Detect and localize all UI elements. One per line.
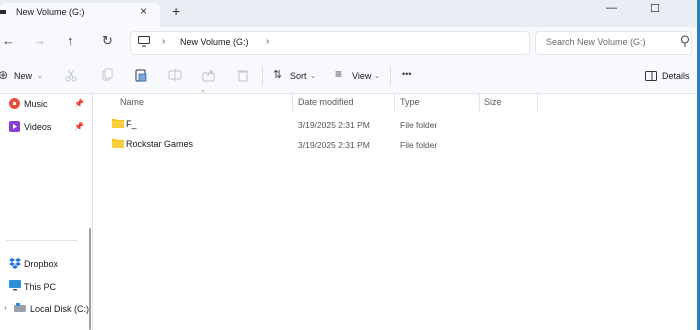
breadcrumb-more[interactable]: ›: [266, 36, 269, 47]
column-header-type[interactable]: Type: [400, 97, 420, 107]
details-pane-icon: [645, 71, 657, 81]
monitor-icon: [138, 36, 150, 47]
column-divider[interactable]: [292, 94, 293, 111]
sort-ascending-icon: ⌃: [200, 90, 206, 97]
pin-icon: 📌: [74, 99, 84, 108]
sort-icon: ⇅: [273, 69, 283, 81]
cut-icon[interactable]: [64, 68, 78, 82]
file-type: File folder: [400, 120, 438, 130]
copy-icon[interactable]: [100, 68, 114, 82]
breadcrumb-separator[interactable]: ›: [162, 36, 165, 47]
column-header-size[interactable]: Size: [484, 97, 502, 107]
tab-title: New Volume (G:): [16, 7, 85, 17]
file-date-modified: 3/19/2025 2:31 PM: [298, 120, 370, 130]
command-divider: [262, 66, 263, 86]
file-date-modified: 3/19/2025 2:31 PM: [298, 140, 370, 150]
column-header-name[interactable]: Name: [120, 97, 144, 107]
sidebar-item-dropbox[interactable]: Dropbox: [24, 259, 58, 269]
minimize-button[interactable]: —: [606, 2, 617, 14]
refresh-button[interactable]: ↻: [102, 33, 113, 49]
drive-icon: [0, 10, 6, 14]
folder-icon: [112, 139, 124, 148]
dropbox-icon: [9, 258, 21, 269]
forward-button[interactable]: →: [33, 33, 46, 48]
pin-icon: 📌: [74, 122, 84, 131]
breadcrumb-current[interactable]: New Volume (G:): [180, 37, 249, 47]
new-tab-button[interactable]: +: [172, 3, 180, 19]
local-disk-icon: [14, 303, 26, 312]
more-options-icon[interactable]: •••: [402, 69, 411, 79]
sort-chevron-icon[interactable]: ⌄: [310, 72, 316, 80]
sidebar-separator: [6, 240, 78, 241]
file-name[interactable]: Rockstar Games: [126, 139, 193, 149]
sidebar-item-videos[interactable]: Videos: [24, 122, 51, 132]
column-divider[interactable]: [537, 94, 538, 111]
paste-icon[interactable]: [134, 68, 148, 82]
expand-chevron-icon[interactable]: ›: [4, 303, 7, 312]
music-icon: [9, 98, 20, 109]
sidebar-scrollbar[interactable]: [89, 228, 91, 330]
column-header-date-modified[interactable]: Date modified: [298, 97, 354, 107]
tab-close-button[interactable]: ×: [140, 4, 147, 18]
search-input[interactable]: Search New Volume (G:): [546, 37, 646, 47]
sort-button[interactable]: Sort: [290, 71, 307, 81]
file-type: File folder: [400, 140, 438, 150]
up-button[interactable]: ↑: [67, 33, 74, 48]
back-button[interactable]: ←: [2, 33, 15, 48]
view-button[interactable]: View: [352, 71, 371, 81]
search-icon: [681, 35, 689, 47]
column-divider[interactable]: [394, 94, 395, 111]
videos-icon: [9, 121, 20, 132]
this-pc-icon: [9, 280, 21, 291]
sidebar-item-music[interactable]: Music: [24, 99, 48, 109]
rename-icon[interactable]: [168, 68, 182, 82]
command-divider: [390, 66, 391, 86]
maximize-button[interactable]: ☐: [650, 2, 660, 15]
sidebar-item-this-pc[interactable]: This PC: [24, 282, 56, 292]
table-row[interactable]: [96, 116, 696, 133]
view-chevron-icon[interactable]: ⌄: [374, 72, 380, 80]
delete-icon[interactable]: [236, 68, 250, 82]
sidebar-item-local-disk[interactable]: Local Disk (C:): [30, 304, 89, 314]
new-button[interactable]: New: [14, 71, 32, 81]
new-chevron-icon[interactable]: ⌄: [37, 72, 43, 80]
view-icon: ≡: [335, 67, 343, 81]
column-divider[interactable]: [479, 94, 480, 111]
file-name[interactable]: F_: [126, 119, 137, 129]
details-button[interactable]: Details: [662, 71, 690, 81]
share-icon[interactable]: [202, 68, 216, 82]
new-icon: ⊕: [0, 68, 9, 82]
folder-icon: [112, 119, 124, 128]
